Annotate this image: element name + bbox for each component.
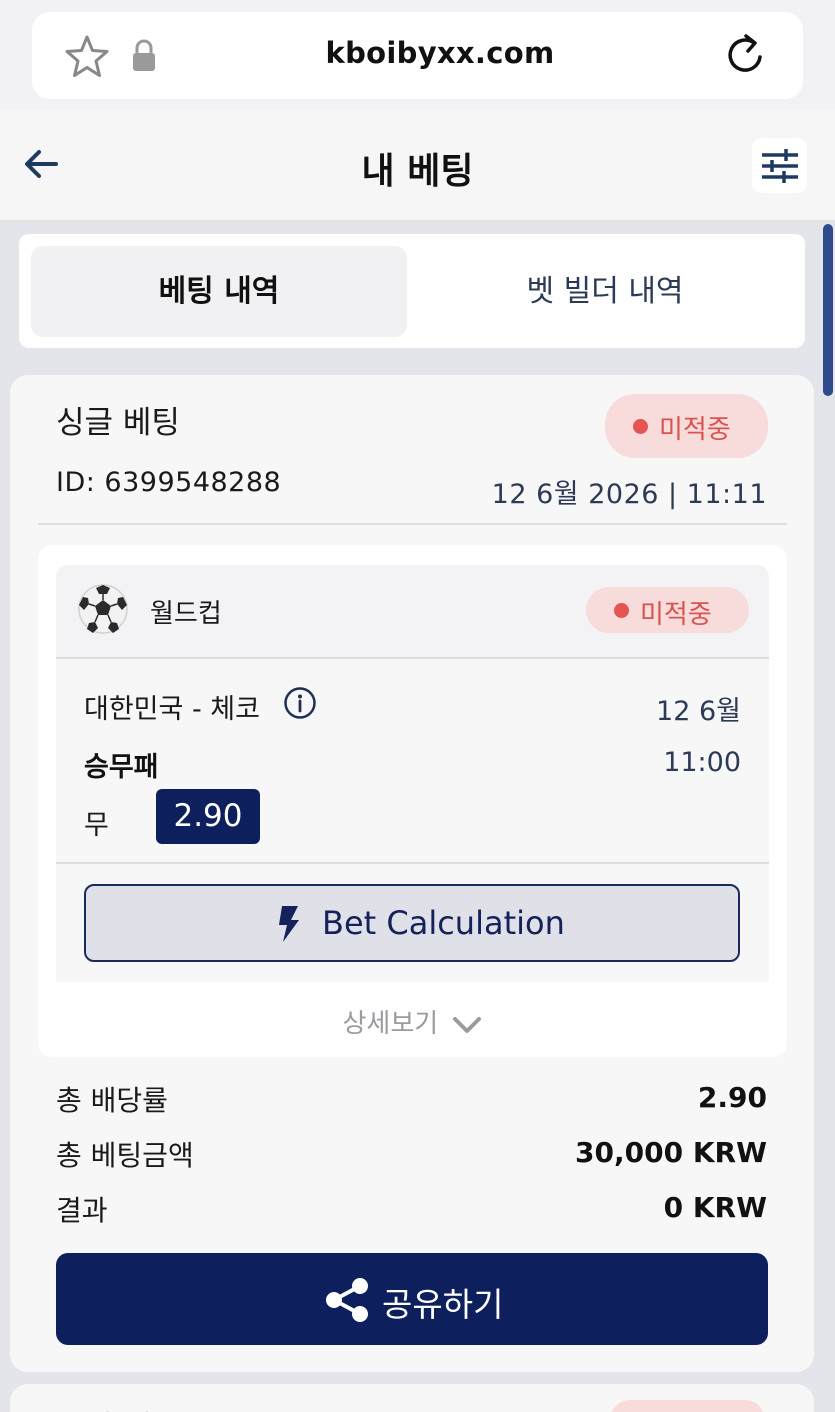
bet-type-label: 싱글 베팅 — [56, 405, 180, 441]
total-stake-label: 총 베팅금액 — [56, 1139, 194, 1172]
star-icon[interactable] — [62, 32, 112, 82]
page-title: 내 베팅 — [361, 151, 474, 192]
bet-id: ID: 6399548288 — [56, 467, 282, 498]
tab-bet-history[interactable]: 베팅 내역 — [31, 246, 407, 337]
match-date: 12 6월 — [656, 696, 741, 727]
tab-bet-builder-history[interactable]: 벳 빌더 내역 — [417, 246, 793, 337]
market-name: 승무패 — [84, 752, 159, 783]
reload-icon[interactable] — [722, 30, 770, 80]
match-details: 대한민국 - 체코 12 6월 승무패 11:00 무 2.90 — [56, 659, 769, 864]
share-button[interactable]: 공유하기 — [56, 1253, 768, 1345]
calc-area: Bet Calculation — [56, 864, 769, 982]
url-text[interactable]: kboibyxx.com — [250, 36, 630, 70]
details-toggle[interactable]: 상세보기 — [38, 1003, 787, 1040]
divider — [38, 523, 787, 525]
selection-status-label: 미적중 — [640, 600, 712, 630]
total-odds-value: 2.90 — [697, 1081, 767, 1114]
app-header: 내 베팅 — [0, 110, 835, 222]
bet-history-tabs: 베팅 내역 벳 빌더 내역 — [19, 234, 805, 348]
lock-icon — [133, 39, 155, 71]
filter-sliders-icon — [762, 149, 798, 183]
result-label: 결과 — [56, 1194, 108, 1227]
bet-card: 싱글 베팅 미적중 ID: 6399548288 12 6월 2026 | 11… — [10, 375, 814, 1372]
soccer-ball-icon — [78, 584, 128, 634]
status-badge: 미적중 — [605, 394, 768, 458]
match-name: 대한민국 - 체코 — [84, 694, 260, 725]
bet-calculation-label: Bet Calculation — [322, 904, 565, 942]
result-value: 0 KRW — [663, 1191, 767, 1224]
lightning-bolt-icon — [279, 906, 299, 942]
chevron-down-icon — [453, 1016, 482, 1033]
match-time: 11:00 — [663, 747, 741, 778]
next-bet-type-label: 멀티 베팅 — [56, 1402, 180, 1412]
status-dot-icon — [614, 603, 629, 618]
selection-status-badge: 미적중 — [586, 587, 749, 633]
browser-bar: kboibyxx.com — [0, 0, 835, 110]
next-bet-card: 멀티 베팅 — [10, 1384, 814, 1412]
details-label: 상세보기 — [342, 1009, 439, 1039]
filter-button[interactable] — [752, 138, 807, 193]
total-stake-value: 30,000 KRW — [575, 1136, 767, 1169]
league-row: 월드컵 미적중 — [56, 565, 769, 659]
league-name: 월드컵 — [150, 599, 222, 629]
info-icon[interactable] — [283, 686, 317, 720]
total-odds-label: 총 배당률 — [56, 1084, 168, 1117]
scrollbar[interactable] — [823, 224, 833, 396]
status-dot-icon — [633, 419, 648, 434]
bet-date: 12 6월 2026 | 11:11 — [491, 479, 767, 510]
pick-name: 무 — [84, 810, 109, 841]
odds-badge: 2.90 — [156, 789, 260, 844]
bet-calculation-button[interactable]: Bet Calculation — [84, 884, 740, 962]
next-status-badge — [610, 1400, 765, 1412]
selection-box: 월드컵 미적중 대한민국 - 체코 12 6월 승무패 11:00 무 2.90 — [38, 545, 787, 1057]
share-label: 공유하기 — [382, 1285, 504, 1324]
share-icon — [326, 1278, 368, 1322]
status-label: 미적중 — [659, 415, 731, 445]
